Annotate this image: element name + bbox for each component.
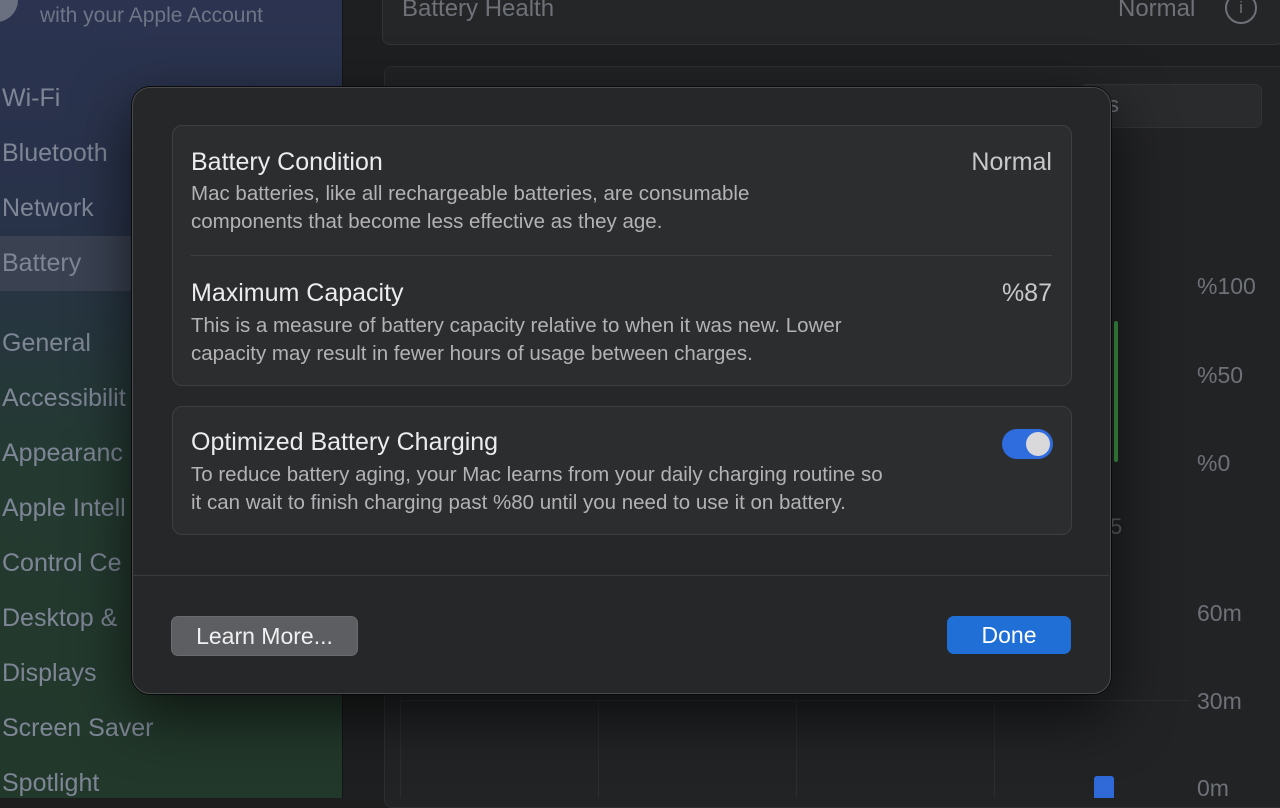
divider: [133, 575, 1109, 576]
sidebar-item-screen-saver[interactable]: Screen Saver: [0, 714, 153, 743]
sidebar-item-label: Bluetooth: [2, 139, 108, 167]
maximum-capacity-value: %87: [1001, 279, 1052, 307]
sidebar-item-label: Wi-Fi: [2, 84, 61, 112]
battery-axis-tick: %100: [1197, 273, 1256, 299]
sidebar-account-text[interactable]: with your Apple Account: [40, 4, 263, 28]
chart-gridline: [400, 700, 1190, 701]
time-label-fragment: 5: [1110, 514, 1123, 539]
sidebar-item-network[interactable]: Network: [0, 194, 94, 223]
usage-bar: [1094, 776, 1114, 798]
sidebar-item-apple-intelligence[interactable]: Apple Intell: [0, 494, 126, 523]
optimized-charging-title: Optimized Battery Charging: [191, 428, 499, 456]
sidebar-item-label: Displays: [2, 659, 97, 687]
sidebar-item-label: General: [2, 329, 91, 357]
usage-axis-tick: 60m: [1197, 600, 1242, 626]
maximum-capacity-description: This is a measure of battery capacity re…: [191, 312, 991, 367]
battery-axis-tick: %0: [1197, 450, 1231, 476]
chart-gridline: [994, 700, 995, 798]
sidebar-item-wifi[interactable]: Wi-Fi: [0, 84, 60, 113]
battery-condition-description: Mac batteries, like all rechargeable bat…: [191, 180, 991, 235]
battery-condition-title: Battery Condition: [191, 148, 383, 176]
sidebar-item-label: Control Ce: [2, 549, 122, 577]
sidebar-item-label: Desktop &: [2, 604, 118, 632]
maximum-capacity-title: Maximum Capacity: [191, 279, 404, 307]
sidebar-item-desktop-dock[interactable]: Desktop &: [0, 604, 117, 633]
description-line: components that become less effective as…: [191, 209, 663, 233]
description-line: To reduce battery aging, your Mac learns…: [191, 463, 883, 486]
sidebar-item-label: Screen Saver: [2, 714, 154, 742]
chart-gridline: [400, 700, 401, 798]
avatar[interactable]: [0, 0, 18, 22]
battery-condition-value: Normal: [971, 148, 1052, 176]
sidebar-item-spotlight[interactable]: Spotlight: [0, 769, 99, 798]
optimized-charging-description: To reduce battery aging, your Mac learns…: [191, 461, 991, 516]
sidebar-item-label: Spotlight: [2, 769, 100, 797]
sidebar-item-label: Battery: [2, 249, 82, 277]
sidebar-item-general[interactable]: General: [0, 329, 91, 358]
sidebar-item-label: Appearanc: [2, 439, 123, 467]
battery-health-label: Battery Health: [402, 0, 555, 22]
sidebar-item-accessibility[interactable]: Accessibilit: [0, 384, 126, 413]
chart-gridline: [598, 700, 599, 798]
sidebar-item-displays[interactable]: Displays: [0, 659, 96, 688]
description-line: capacity may result in fewer hours of us…: [191, 341, 753, 365]
battery-health-value: Normal: [1118, 0, 1196, 22]
optimized-charging-toggle[interactable]: [1002, 429, 1053, 459]
description-line: Mac batteries, like all rechargeable bat…: [191, 182, 750, 205]
battery-axis-tick: %50: [1197, 362, 1244, 388]
sidebar-item-bluetooth[interactable]: Bluetooth: [0, 139, 108, 168]
done-button[interactable]: Done: [947, 616, 1071, 654]
usage-axis-tick: 30m: [1197, 688, 1242, 714]
sidebar-item-label: Apple Intell: [2, 494, 126, 522]
battery-level-bar: [1114, 321, 1118, 462]
sidebar-item-label: Network: [2, 194, 94, 222]
chart-gridline: [796, 700, 797, 798]
sidebar-item-control-center[interactable]: Control Ce: [0, 549, 122, 578]
learn-more-button[interactable]: Learn More...: [171, 616, 358, 656]
divider: [191, 255, 1052, 256]
sidebar-item-label: Accessibilit: [2, 384, 126, 412]
description-line: This is a measure of battery capacity re…: [191, 314, 842, 337]
description-line: it can wait to finish charging past %80 …: [191, 490, 846, 514]
toggle-knob: [1026, 432, 1050, 456]
sidebar-item-appearance[interactable]: Appearanc: [0, 439, 123, 468]
